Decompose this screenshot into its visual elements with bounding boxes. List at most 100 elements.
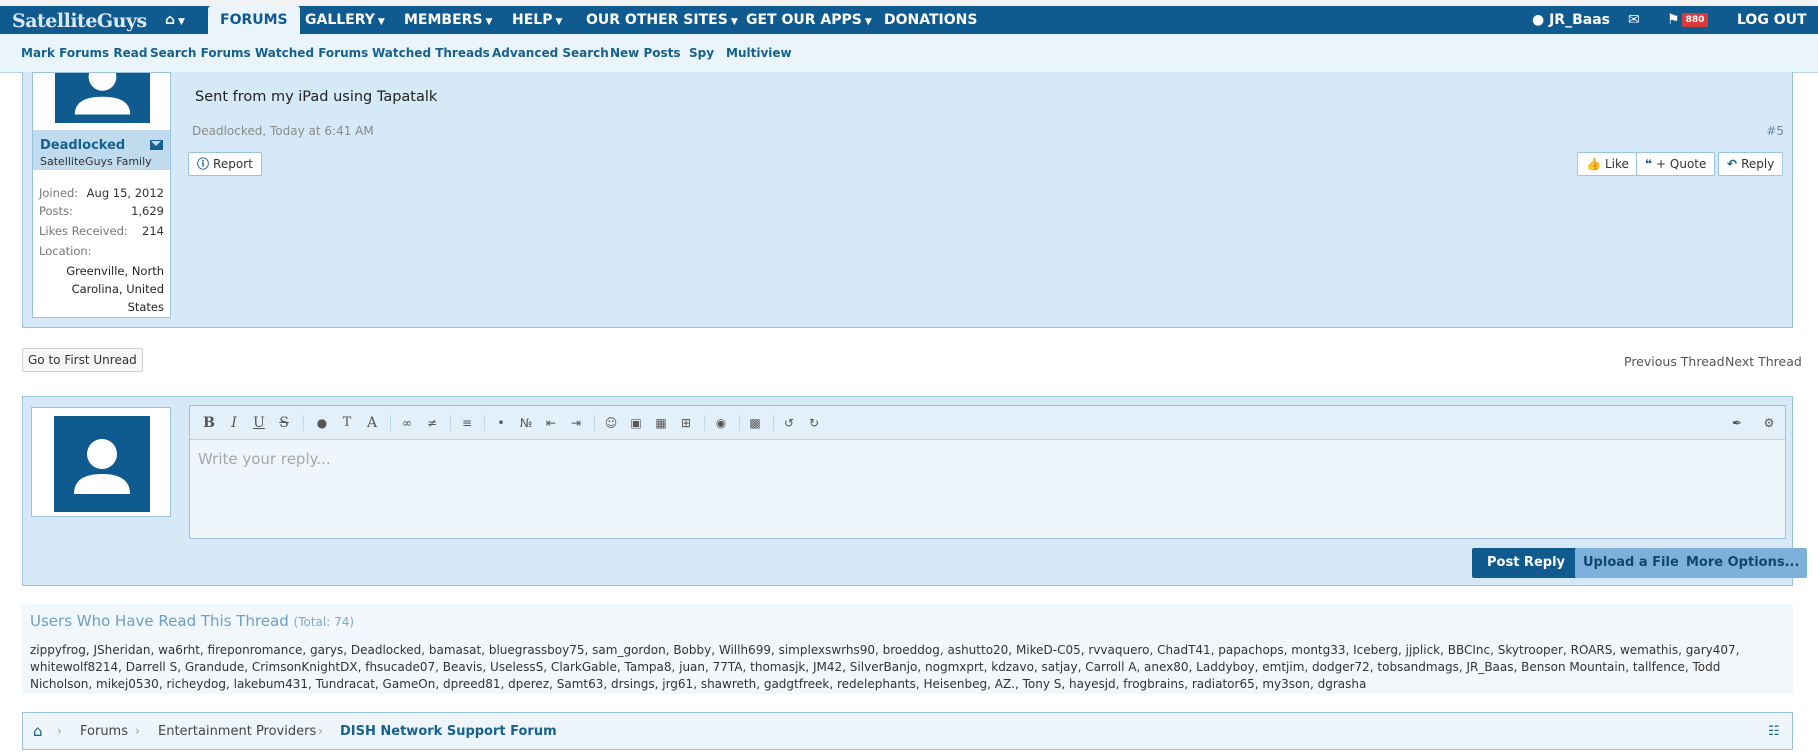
sitemap-icon[interactable]: ☷: [1768, 724, 1780, 739]
post-permalink[interactable]: #5: [1766, 124, 1784, 138]
nav-gallery[interactable]: GALLERY ▼: [305, 6, 385, 34]
post-message: Sent from my iPad using Tapatalk: [195, 89, 438, 105]
home-icon: ⌂: [165, 12, 176, 28]
media-icon[interactable]: ▦: [652, 414, 670, 432]
logout-link[interactable]: LOG OUT: [1737, 6, 1807, 34]
nav-forums[interactable]: FORUMS: [208, 6, 300, 34]
author-name[interactable]: Deadlocked: [40, 138, 125, 153]
nav-get-apps[interactable]: GET OUR APPS ▼: [746, 6, 872, 34]
stat-value[interactable]: 1,629: [131, 204, 164, 218]
subnav-watched-forums[interactable]: Watched Forums: [255, 46, 368, 60]
like-button[interactable]: 👍 Like: [1577, 152, 1638, 176]
author-avatar[interactable]: [55, 73, 150, 123]
first-unread-button[interactable]: Go to First Unread: [22, 348, 143, 372]
more-options-button[interactable]: More Options...: [1678, 548, 1808, 578]
post-meta[interactable]: Deadlocked, Today at 6:41 AM: [192, 124, 374, 138]
stat-value: Aug 15, 2012: [86, 186, 164, 200]
sub-nav: Mark Forums Read Search Forums Watched F…: [0, 34, 1818, 73]
wrench-icon[interactable]: ⚙: [1760, 414, 1778, 432]
post-reply-button[interactable]: Post Reply: [1472, 548, 1580, 578]
smilie-icon[interactable]: ☺: [602, 414, 620, 432]
user-name: JR_Baas: [1549, 12, 1610, 28]
mail-icon[interactable]: [150, 140, 163, 150]
outdent-icon[interactable]: ⇤: [542, 414, 560, 432]
location-line: Carolina, United: [71, 282, 164, 296]
breadcrumb-forums[interactable]: Forums: [80, 724, 128, 739]
reply-button[interactable]: ↶ Reply: [1718, 152, 1784, 176]
font-family-icon[interactable]: A: [363, 414, 381, 432]
numbered-list-icon[interactable]: №: [517, 414, 535, 432]
undo-icon[interactable]: ↺: [780, 414, 798, 432]
button-label: Post Reply: [1487, 555, 1565, 570]
main-nav: SatelliteGuys ⌂ ▼ FORUMS GALLERY ▼ MEMBERS…: [0, 6, 1818, 34]
redo-icon[interactable]: ↻: [805, 414, 823, 432]
current-user-avatar[interactable]: [54, 416, 150, 512]
font-size-icon[interactable]: T: [338, 414, 356, 432]
quote-icon: ❝: [1645, 157, 1653, 171]
next-thread-link[interactable]: Next Thread: [1725, 354, 1802, 369]
chevron-down-icon: ▼: [555, 17, 563, 27]
breadcrumb-entertainment-providers[interactable]: Entertainment Providers: [158, 724, 316, 739]
nav-label: GET OUR APPS: [746, 12, 862, 28]
nav-donations[interactable]: DONATIONS: [884, 6, 977, 34]
upload-file-button[interactable]: Upload a File: [1575, 548, 1687, 578]
camera-icon[interactable]: ◉: [712, 414, 730, 432]
home-nav[interactable]: ⌂ ▼: [165, 6, 185, 34]
reply-input[interactable]: Write your reply...: [198, 450, 331, 468]
home-icon[interactable]: ⌂: [33, 722, 43, 740]
thumbs-up-icon: 👍: [1586, 157, 1601, 171]
nav-help[interactable]: HELP ▼: [512, 6, 562, 34]
location-value[interactable]: Greenville, North Carolina, United State…: [39, 262, 164, 316]
nav-members[interactable]: MEMBERS ▼: [404, 6, 492, 34]
toolbar-divider: [594, 415, 595, 431]
nav-label: FORUMS: [220, 12, 288, 28]
toolbar-divider: [704, 415, 705, 431]
breadcrumb-dish-network[interactable]: DISH Network Support Forum: [340, 724, 557, 739]
image-icon[interactable]: ▣: [627, 414, 645, 432]
align-icon[interactable]: ≡: [458, 414, 476, 432]
nav-label: GALLERY: [305, 12, 375, 28]
alerts-button[interactable]: ⚑ 880: [1667, 6, 1709, 34]
indent-icon[interactable]: ⇥: [567, 414, 585, 432]
previous-thread-link[interactable]: Previous Thread: [1624, 354, 1725, 369]
post-container: Deadlocked SatelliteGuys Family Joined: A…: [22, 72, 1793, 328]
breadcrumb: ⌂ › Forums › Entertainment Providers › D…: [22, 712, 1793, 750]
breadcrumb-separator: ›: [135, 724, 140, 738]
chevron-down-icon: ▼: [864, 17, 872, 27]
info-icon: ⓘ: [197, 157, 210, 171]
readers-total: (Total: 74): [293, 615, 355, 629]
user-menu[interactable]: ● JR_Baas: [1532, 6, 1610, 34]
subnav-watched-threads[interactable]: Watched Threads: [372, 46, 490, 60]
button-label: Report: [213, 157, 253, 171]
chevron-down-icon: ▼: [485, 17, 493, 27]
site-logo[interactable]: SatelliteGuys: [12, 10, 147, 32]
toolbar-divider: [484, 415, 485, 431]
toolbar-divider: [450, 415, 451, 431]
subnav-new-posts[interactable]: New Posts: [610, 46, 681, 60]
subnav-search-forums[interactable]: Search Forums: [150, 46, 251, 60]
subnav-mark-forums-read[interactable]: Mark Forums Read: [21, 46, 147, 60]
strikethrough-icon[interactable]: S: [275, 414, 293, 432]
report-button[interactable]: ⓘ Report: [188, 152, 262, 176]
nav-label: DONATIONS: [884, 12, 978, 28]
italic-icon[interactable]: I: [225, 414, 243, 432]
subnav-spy[interactable]: Spy: [689, 46, 714, 60]
toolbar-divider: [739, 415, 740, 431]
inbox-icon[interactable]: ✉: [1628, 6, 1640, 34]
reply-editor: B I U S ● T A ∞ ≠ ≡ • № ⇤ ⇥ ☺ ▣ ▦ ⊞ ◉ ▩ …: [189, 405, 1786, 539]
quote-button[interactable]: ❝ + Quote: [1636, 152, 1716, 176]
bold-icon[interactable]: B: [200, 414, 218, 432]
link-icon[interactable]: ∞: [398, 414, 416, 432]
underline-icon[interactable]: U: [250, 414, 268, 432]
unlink-icon[interactable]: ≠: [423, 414, 441, 432]
save-draft-icon[interactable]: ▩: [746, 414, 764, 432]
text-color-icon[interactable]: ●: [313, 414, 331, 432]
subnav-advanced-search[interactable]: Advanced Search: [492, 46, 609, 60]
insert-icon[interactable]: ⊞: [677, 414, 695, 432]
nav-other-sites[interactable]: OUR OTHER SITES ▼: [586, 6, 738, 34]
eraser-icon[interactable]: ✒: [1728, 414, 1746, 432]
button-label: Like: [1604, 157, 1629, 171]
bullet-list-icon[interactable]: •: [492, 414, 510, 432]
button-label: Reply: [1741, 157, 1775, 171]
subnav-multiview[interactable]: Multiview: [726, 46, 792, 60]
